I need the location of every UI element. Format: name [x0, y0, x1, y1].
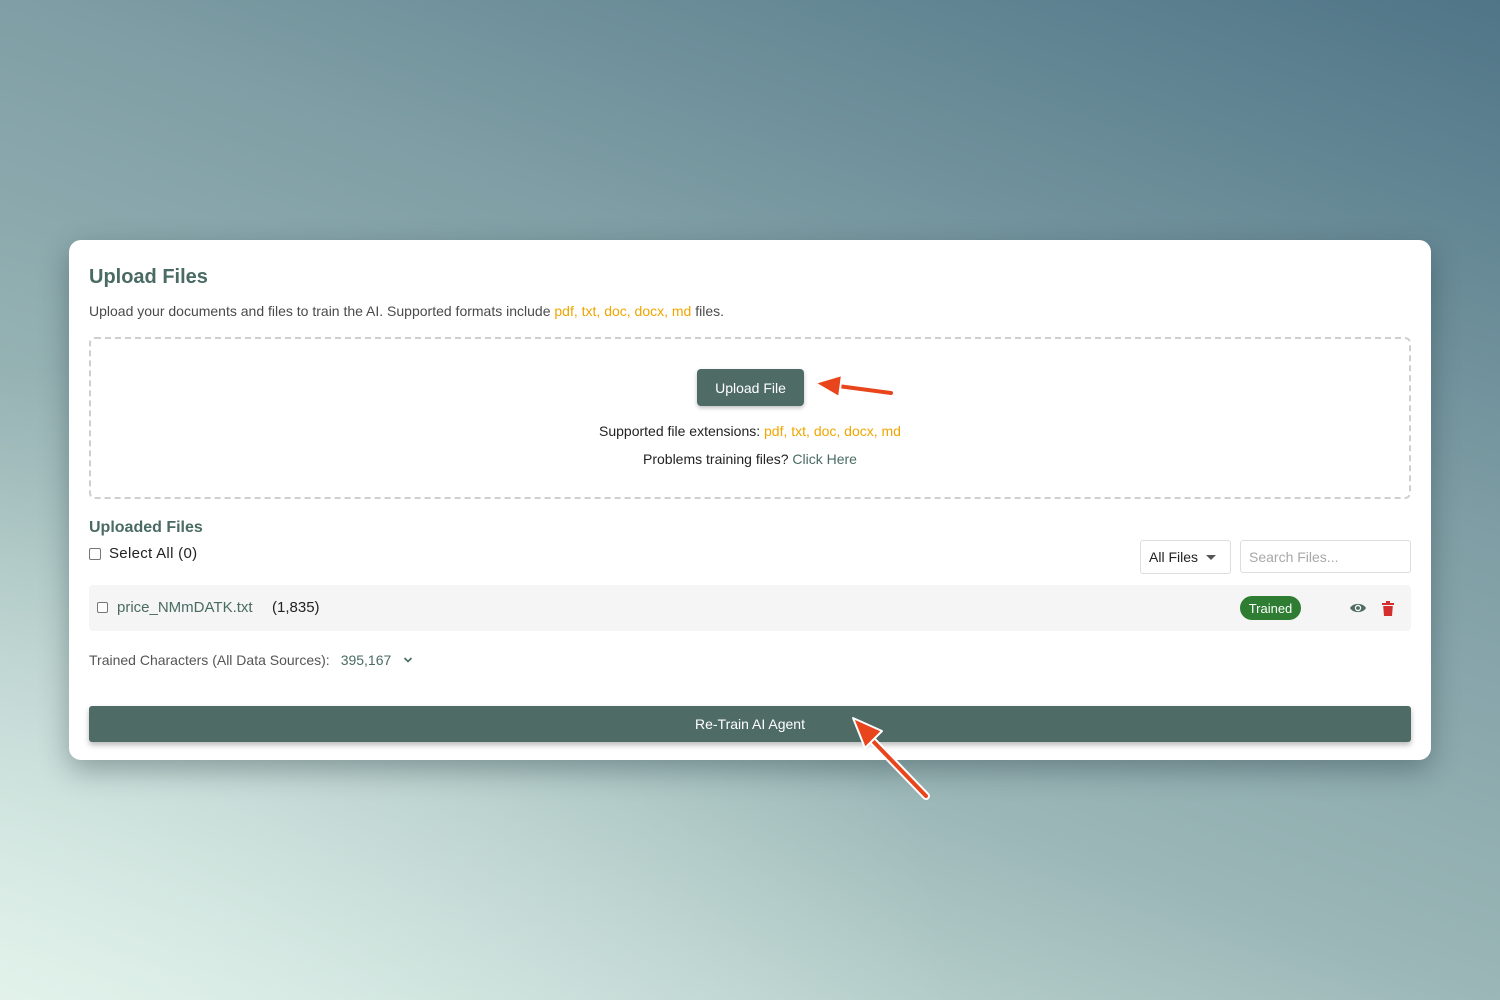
- trained-characters-label: Trained Characters (All Data Sources):: [89, 652, 330, 668]
- click-here-link[interactable]: Click Here: [792, 451, 857, 467]
- upload-file-button[interactable]: Upload File: [697, 369, 804, 406]
- filter-selected-value: All Files: [1149, 549, 1199, 565]
- file-character-count: (1,835): [272, 599, 320, 616]
- training-help: Problems training files? Click Here: [91, 451, 1409, 467]
- description-formats: pdf, txt, doc, docx, md: [554, 303, 692, 319]
- description-suffix: files.: [691, 303, 725, 319]
- extensions-list: pdf, txt, doc, docx, md: [764, 423, 901, 439]
- card-description: Upload your documents and files to train…: [89, 303, 724, 319]
- file-row-checkbox[interactable]: [97, 602, 108, 613]
- supported-extensions: Supported file extensions: pdf, txt, doc…: [91, 423, 1409, 439]
- extensions-label: Supported file extensions:: [599, 423, 765, 439]
- retrain-ai-agent-button[interactable]: Re-Train AI Agent: [89, 706, 1411, 742]
- help-text: Problems training files?: [643, 451, 793, 467]
- file-row: price_NMmDATK.txt (1,835) Trained: [89, 585, 1411, 631]
- caret-down-icon: [1206, 555, 1216, 560]
- file-name-link[interactable]: price_NMmDATK.txt: [117, 599, 253, 616]
- uploaded-files-heading: Uploaded Files: [89, 519, 203, 536]
- file-filter-dropdown[interactable]: All Files: [1140, 540, 1231, 574]
- trained-characters-value: 395,167: [340, 652, 392, 668]
- search-files-input[interactable]: [1240, 540, 1411, 573]
- eye-icon[interactable]: [1349, 599, 1367, 617]
- file-dropzone[interactable]: Upload File Supported file extensions: p…: [89, 337, 1411, 499]
- select-all-checkbox[interactable]: [89, 547, 101, 560]
- description-text: Upload your documents and files to train…: [89, 303, 555, 319]
- chevron-down-icon[interactable]: [403, 655, 413, 665]
- status-badge: Trained: [1240, 596, 1301, 620]
- page-title: Upload Files: [89, 266, 208, 288]
- trash-icon[interactable]: [1379, 599, 1397, 617]
- upload-files-card: Upload Files Upload your documents and f…: [69, 240, 1431, 760]
- select-all-control[interactable]: Select All (0): [89, 545, 197, 562]
- select-all-label: Select All (0): [109, 545, 198, 562]
- trained-characters-summary: Trained Characters (All Data Sources): 3…: [89, 652, 413, 668]
